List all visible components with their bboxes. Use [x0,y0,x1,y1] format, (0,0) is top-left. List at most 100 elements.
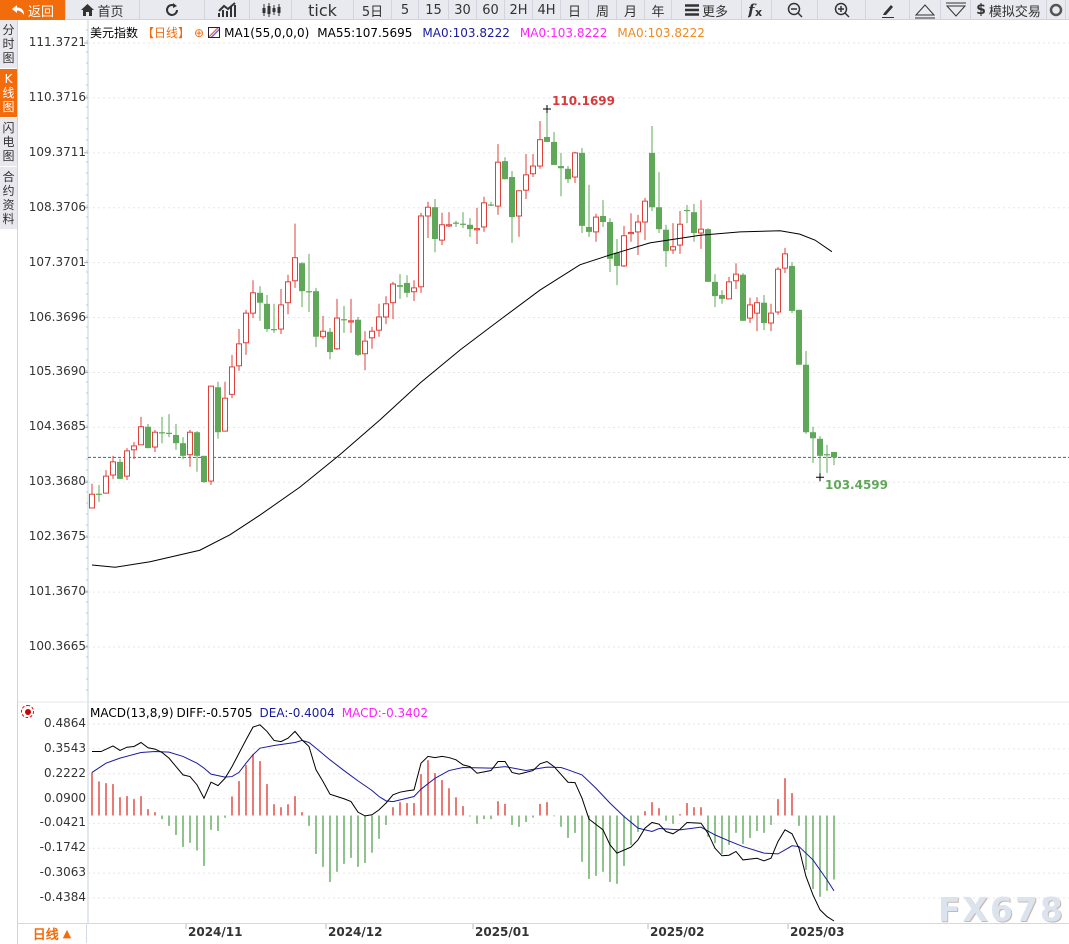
toolbar-button-triangle-down[interactable] [941,0,971,20]
tab-kline-chart[interactable]: K线图 [0,69,17,118]
candle-body-up [124,450,130,477]
toolbar-button-label: 月 [623,4,637,20]
price-tick-label: 111.3721 [28,35,86,49]
chart-legend: 美元指数 【日线】 ⊕ MA1(55,0,0,0) MA55:107.5695 … [90,24,705,41]
candle-body-down [824,454,830,456]
toolbar-button-zoom-out[interactable] [772,0,818,20]
candle-body-up [229,366,235,395]
candle-body-down [264,303,270,330]
macd-diff: DIFF:-0.5705 [176,706,253,720]
toolbar-button-label: 更多 [701,4,728,20]
candle-body-up [635,221,641,233]
candle-body-up [411,287,417,293]
macd-name: MACD(13,8,9) [90,706,174,720]
candle-body-up [292,257,298,282]
toolbar-button-item-1[interactable]: 首页 [66,0,140,20]
candle-body-down [166,432,172,434]
candle-body-up [775,268,781,313]
toolbar-button-label: 2H [509,2,528,18]
candle-body-up [754,302,760,314]
indicator-icon[interactable] [208,27,221,38]
toolbar-button-item-0[interactable]: 返回 [0,0,66,20]
toolbar-button-candlestick[interactable] [250,0,292,20]
crosshair-icon[interactable]: ⊕ [194,26,204,40]
home-icon [81,4,95,16]
price-tick-label: 100.3665 [28,639,86,653]
toolbar-button-item-15[interactable]: 月 [617,0,645,20]
macd-dea: DEA:-0.4004 [259,706,335,720]
tab-contract-info[interactable]: 合约资料 [0,167,17,230]
toolbar-button-item-16[interactable]: 年 [645,0,672,20]
candle-body-down [761,302,767,324]
toolbar-button-item-5[interactable]: tick [292,0,354,20]
toolbar-button-item-10[interactable]: 60 [477,0,505,20]
candle-body-down [740,274,746,321]
tab-flash-chart[interactable]: 闪电图 [0,118,17,167]
dollar-icon: $ [976,2,986,18]
candle-body-up [537,139,543,167]
back-arrow-icon [11,4,25,16]
candle-body-up [138,426,144,446]
toolbar-button-pencil[interactable] [866,0,910,20]
candle-body-down [271,329,277,331]
tab-time-chart[interactable]: 分时图 [0,20,17,69]
candle-body-up [89,493,95,509]
toolbar-button-bar-chart[interactable] [205,0,250,20]
toolbar-button-item-9[interactable]: 30 [449,0,477,20]
toolbar-button-item-17[interactable]: 更多 [672,0,742,20]
macd-tick-label: 0.4864 [44,716,86,730]
candle-body-up [439,224,445,241]
candle-body-down [460,223,466,225]
refresh-icon [164,2,180,18]
toolbar-button-label: 30 [454,2,471,18]
candle-body-up [369,330,375,339]
toolbar-button-zoom-in[interactable] [818,0,866,20]
date-tick-label: 2025/01 [475,925,530,939]
candle-body-down [215,387,221,433]
candle-body-up [474,228,480,231]
toolbar-button-label: 年 [651,4,665,20]
date-tick-label: 2025/03 [790,925,845,939]
candle-body-up [628,231,634,235]
candle-body-down [656,207,662,230]
toolbar-button-item-24[interactable]: $ 模拟交易 [971,0,1047,20]
candle-body-up [278,304,284,330]
candle-body-up [642,200,648,223]
toolbar-button-label: 周 [595,4,609,20]
indicator-name[interactable]: MA1(55,0,0,0) [224,26,309,40]
ma0-value-orange: MA0:103.8222 [617,25,705,40]
fx-icon: fx [748,2,766,18]
toolbar-button-item-13[interactable]: 日 [561,0,589,20]
candle-body-down [453,222,459,224]
candle-body-down [117,461,123,479]
candle-body-down [789,265,795,311]
candle-body-down [607,222,613,259]
candle-body-up [481,202,487,228]
candle-body-up [572,152,578,178]
candle-body-up [670,246,676,251]
candle-body-up [782,253,788,269]
toolbar-button-item-11[interactable]: 2H [505,0,533,20]
divider [17,20,18,944]
settings-icon [1049,3,1063,17]
toolbar-button-item-8[interactable]: 15 [419,0,449,20]
toolbar-button-triangle-up[interactable] [910,0,941,20]
toolbar-button-fx[interactable]: fx [742,0,772,20]
high-price-label: 110.1699 [552,93,616,108]
toolbar-button-label: 日 [567,4,581,20]
toolbar-button-item-6[interactable]: 5日 [354,0,392,20]
toolbar-button-settings[interactable] [1047,0,1066,20]
toolbar-button-item-7[interactable]: 5 [392,0,419,20]
candle-body-down [327,331,333,353]
macd-tick-label: -0.3063 [39,865,86,880]
toolbar-button-label: 返回 [27,4,54,20]
toolbar-button-refresh[interactable] [140,0,205,20]
toolbar-button-item-14[interactable]: 周 [589,0,617,20]
period-selector[interactable]: 日线 ▲ [18,924,87,943]
toolbar-button-item-12[interactable]: 4H [533,0,561,20]
chart-canvas[interactable] [0,0,1069,944]
macd-settings-icon[interactable] [21,705,34,718]
candle-body-up [593,216,599,233]
toolbar-button-label: 15 [425,2,442,18]
candle-body-up [390,283,396,304]
